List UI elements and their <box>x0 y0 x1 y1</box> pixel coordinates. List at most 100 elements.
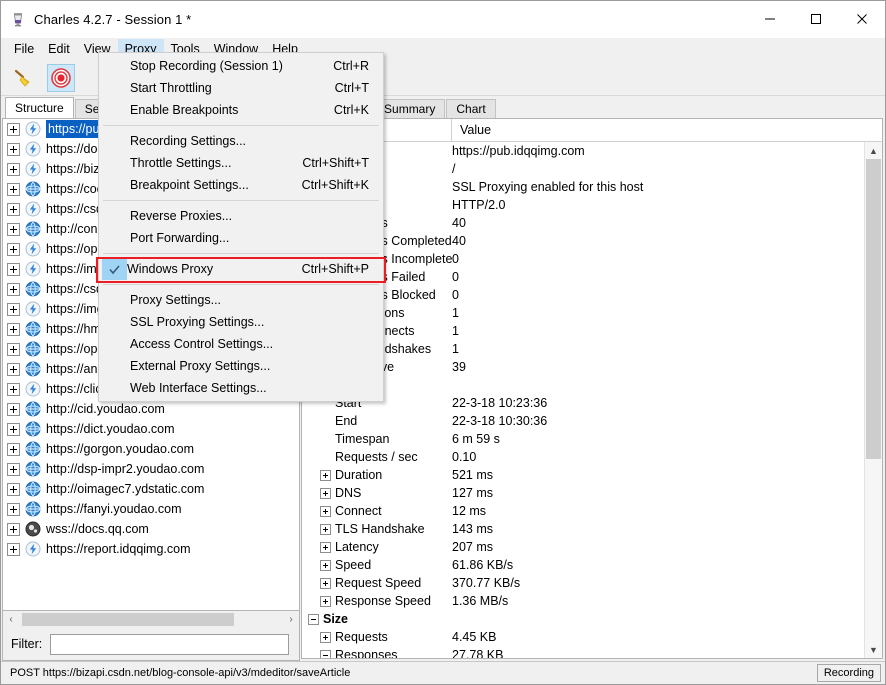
hscroll-thumb[interactable] <box>22 613 234 626</box>
tree-expander-icon[interactable] <box>7 422 20 436</box>
hscroll-track[interactable] <box>19 612 283 627</box>
tree-expander-icon[interactable] <box>7 482 20 496</box>
tree-expander-icon[interactable] <box>7 522 20 536</box>
tree-expander-icon[interactable] <box>7 242 20 256</box>
vscroll-thumb[interactable] <box>866 159 881 459</box>
tree-expander-icon[interactable] <box>7 382 20 396</box>
detail-row[interactable] <box>302 376 864 394</box>
tree-expander-icon[interactable] <box>7 222 20 236</box>
tree-expander-icon[interactable] <box>7 442 20 456</box>
status-badge[interactable]: Recording <box>816 664 881 682</box>
tree-expander-icon[interactable] <box>7 502 20 516</box>
clear-session-button[interactable] <box>9 64 37 92</box>
scroll-right-arrow[interactable]: › <box>283 612 299 627</box>
detail-row[interactable]: Requests / sec 0.10 <box>302 448 864 466</box>
tree-expander-icon[interactable] <box>7 402 20 416</box>
detail-row[interactable]: Speed 61.86 KB/s <box>302 556 864 574</box>
tree-expander-icon[interactable] <box>7 282 20 296</box>
tree-item[interactable]: http://oimagec7.ydstatic.com <box>3 479 299 499</box>
tab-summary[interactable]: Summary <box>374 99 446 118</box>
tree-item[interactable]: https://fanyi.youdao.com <box>3 499 299 519</box>
filter-input[interactable] <box>50 633 289 655</box>
detail-row[interactable]: Path/ <box>302 160 864 178</box>
expand-icon[interactable] <box>320 487 331 499</box>
tree-expander-icon[interactable] <box>7 262 20 276</box>
menu-item[interactable]: Reverse Proxies... <box>99 205 383 227</box>
detail-row[interactable]: Requests Blocked 0 <box>302 286 864 304</box>
tree-item[interactable]: https://report.idqqimg.com <box>3 539 299 559</box>
tree-expander-icon[interactable] <box>7 342 20 356</box>
detail-row[interactable]: Duration 521 ms <box>302 466 864 484</box>
tree-expander-icon[interactable] <box>7 462 20 476</box>
tree-expander-icon[interactable] <box>7 202 20 216</box>
detail-row[interactable]: SSL Handshakes1 <box>302 340 864 358</box>
detail-row[interactable]: Connect 12 ms <box>302 502 864 520</box>
close-button[interactable] <box>839 1 885 37</box>
detail-row[interactable]: DNS 127 ms <box>302 484 864 502</box>
menu-item[interactable]: Windows Proxy Ctrl+Shift+P <box>99 258 383 280</box>
tree-item[interactable]: http://cid.youdao.com <box>3 399 299 419</box>
detail-row[interactable]: Requests 4.45 KB <box>302 628 864 646</box>
detail-row[interactable]: NotesSSL Proxying enabled for this host <box>302 178 864 196</box>
detail-row[interactable]: End 22-3-18 10:30:36 <box>302 412 864 430</box>
proxy-dropdown-menu[interactable]: Stop Recording (Session 1) Ctrl+R Start Th… <box>98 52 384 402</box>
expand-icon[interactable] <box>320 505 331 517</box>
collapse-icon[interactable] <box>320 649 331 658</box>
minimize-button[interactable] <box>747 1 793 37</box>
menu-item[interactable]: Start Throttling Ctrl+T <box>99 77 383 99</box>
detail-row[interactable]: TLS Handshake 143 ms <box>302 520 864 538</box>
maximize-button[interactable] <box>793 1 839 37</box>
scroll-left-arrow[interactable]: ‹ <box>3 612 19 627</box>
detail-row[interactable]: ProtocolHTTP/2.0 <box>302 196 864 214</box>
tree-expander-icon[interactable] <box>7 162 20 176</box>
vscroll-track[interactable] <box>865 159 882 641</box>
menu-item[interactable]: Port Forwarding... <box>99 227 383 249</box>
tab-structure[interactable]: Structure <box>5 97 74 118</box>
expand-icon[interactable] <box>320 559 331 571</box>
grid-rows[interactable]: Hosthttps://pub.idqqimg.comPath/NotesSSL… <box>302 142 864 658</box>
detail-row[interactable]: Timespan 6 m 59 s <box>302 430 864 448</box>
tree-expander-icon[interactable] <box>7 302 20 316</box>
expand-icon[interactable] <box>320 577 331 589</box>
detail-row[interactable]: Response Speed 1.36 MB/s <box>302 592 864 610</box>
detail-row[interactable]: Connections1 <box>302 304 864 322</box>
menu-item[interactable]: Recording Settings... <box>99 130 383 152</box>
menu-item[interactable]: Stop Recording (Session 1) Ctrl+R <box>99 55 383 77</box>
menu-item[interactable]: External Proxy Settings... <box>99 355 383 377</box>
detail-row[interactable]: Keep Alive39 <box>302 358 864 376</box>
detail-row[interactable]: Requests40 <box>302 214 864 232</box>
detail-row[interactable]: SSL Connects1 <box>302 322 864 340</box>
collapse-icon[interactable] <box>308 613 319 625</box>
detail-row[interactable]: Size <box>302 610 864 628</box>
tree-expander-icon[interactable] <box>7 362 20 376</box>
tree-item[interactable]: https://gorgon.youdao.com <box>3 439 299 459</box>
scroll-down-arrow[interactable]: ▼ <box>865 641 882 658</box>
column-header-value[interactable]: Value <box>452 119 882 141</box>
menu-edit[interactable]: Edit <box>41 39 77 60</box>
menu-file[interactable]: File <box>7 39 41 60</box>
tree-item[interactable]: wss://docs.qq.com <box>3 519 299 539</box>
expand-icon[interactable] <box>320 541 331 553</box>
menu-item[interactable]: Access Control Settings... <box>99 333 383 355</box>
menu-item[interactable]: Proxy Settings... <box>99 289 383 311</box>
expand-icon[interactable] <box>320 469 331 481</box>
tree-item[interactable]: https://dict.youdao.com <box>3 419 299 439</box>
tree-item[interactable]: http://dsp-impr2.youdao.com <box>3 459 299 479</box>
detail-row[interactable]: Requests Failed0 <box>302 268 864 286</box>
tree-expander-icon[interactable] <box>7 542 20 556</box>
scroll-up-arrow[interactable]: ▲ <box>865 142 882 159</box>
menu-item[interactable]: Enable Breakpoints Ctrl+K <box>99 99 383 121</box>
detail-row[interactable]: Latency 207 ms <box>302 538 864 556</box>
menu-item[interactable]: SSL Proxying Settings... <box>99 311 383 333</box>
expand-icon[interactable] <box>320 595 331 607</box>
expand-icon[interactable] <box>320 631 331 643</box>
detail-row[interactable]: Start 22-3-18 10:23:36 <box>302 394 864 412</box>
tab-chart[interactable]: Chart <box>446 99 496 118</box>
tree-expander-icon[interactable] <box>7 142 20 156</box>
expand-icon[interactable] <box>320 523 331 535</box>
detail-row[interactable]: Requests Incomplete 0 <box>302 250 864 268</box>
detail-row[interactable]: Hosthttps://pub.idqqimg.com <box>302 142 864 160</box>
detail-row[interactable]: Request Speed 370.77 KB/s <box>302 574 864 592</box>
detail-row[interactable]: Responses 27.78 KB <box>302 646 864 658</box>
tree-expander-icon[interactable] <box>7 322 20 336</box>
